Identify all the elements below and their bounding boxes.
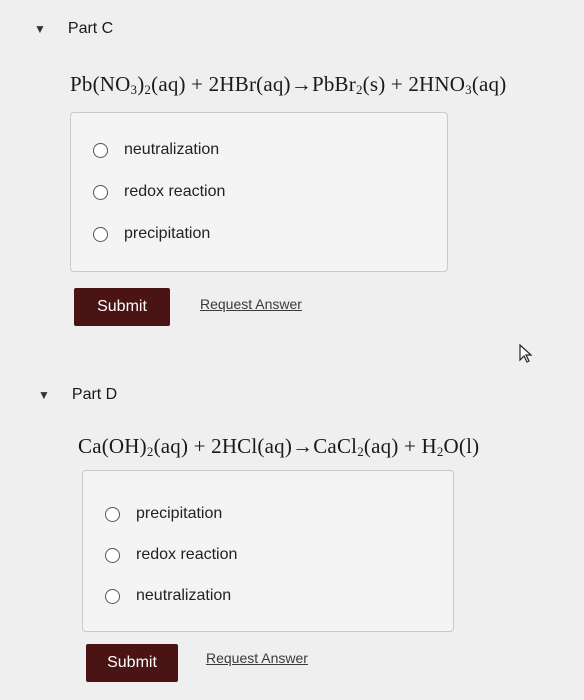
radio-button[interactable] [93,142,108,158]
part-d-choices: precipitation redox reaction neutralizat… [82,470,454,632]
part-c-choice-precipitation[interactable]: precipitation [93,225,210,243]
mouse-pointer-icon [519,344,533,363]
part-d-collapse-icon[interactable]: ▼ [38,388,50,402]
part-d-header[interactable]: ▼ Part D [38,386,117,404]
part-c-choice-neutralization[interactable]: neutralization [93,141,219,159]
part-c-collapse-icon[interactable]: ▼ [34,22,46,36]
part-d-choice-neutralization[interactable]: neutralization [105,587,231,605]
part-d-choice-precipitation[interactable]: precipitation [105,505,222,523]
part-d-submit-button[interactable]: Submit [86,644,178,682]
part-d-title: Part D [71,386,118,403]
part-c-choices: neutralization redox reaction precipitat… [70,112,448,272]
part-d-request-answer-link[interactable]: Request Answer [206,650,308,666]
part-c-equation: Pb(NO3)2(aq) + 2HBr(aq)→PbBr2(s) + 2HNO3… [70,72,507,97]
radio-button[interactable] [105,547,120,563]
radio-button[interactable] [93,184,108,200]
part-c-request-answer-link[interactable]: Request Answer [200,296,302,312]
part-d-equation: Ca(OH)2(aq) + 2HCl(aq)→CaCl2(aq) + H2O(l… [78,434,480,459]
part-c-submit-button[interactable]: Submit [74,288,170,326]
part-c-title: Part C [67,20,114,37]
radio-button[interactable] [105,588,120,604]
radio-button[interactable] [93,226,108,242]
part-c-choice-redox[interactable]: redox reaction [93,183,225,201]
radio-button[interactable] [105,506,120,522]
part-d-choice-redox[interactable]: redox reaction [105,546,237,564]
part-c-header[interactable]: ▼ Part C [34,20,113,38]
